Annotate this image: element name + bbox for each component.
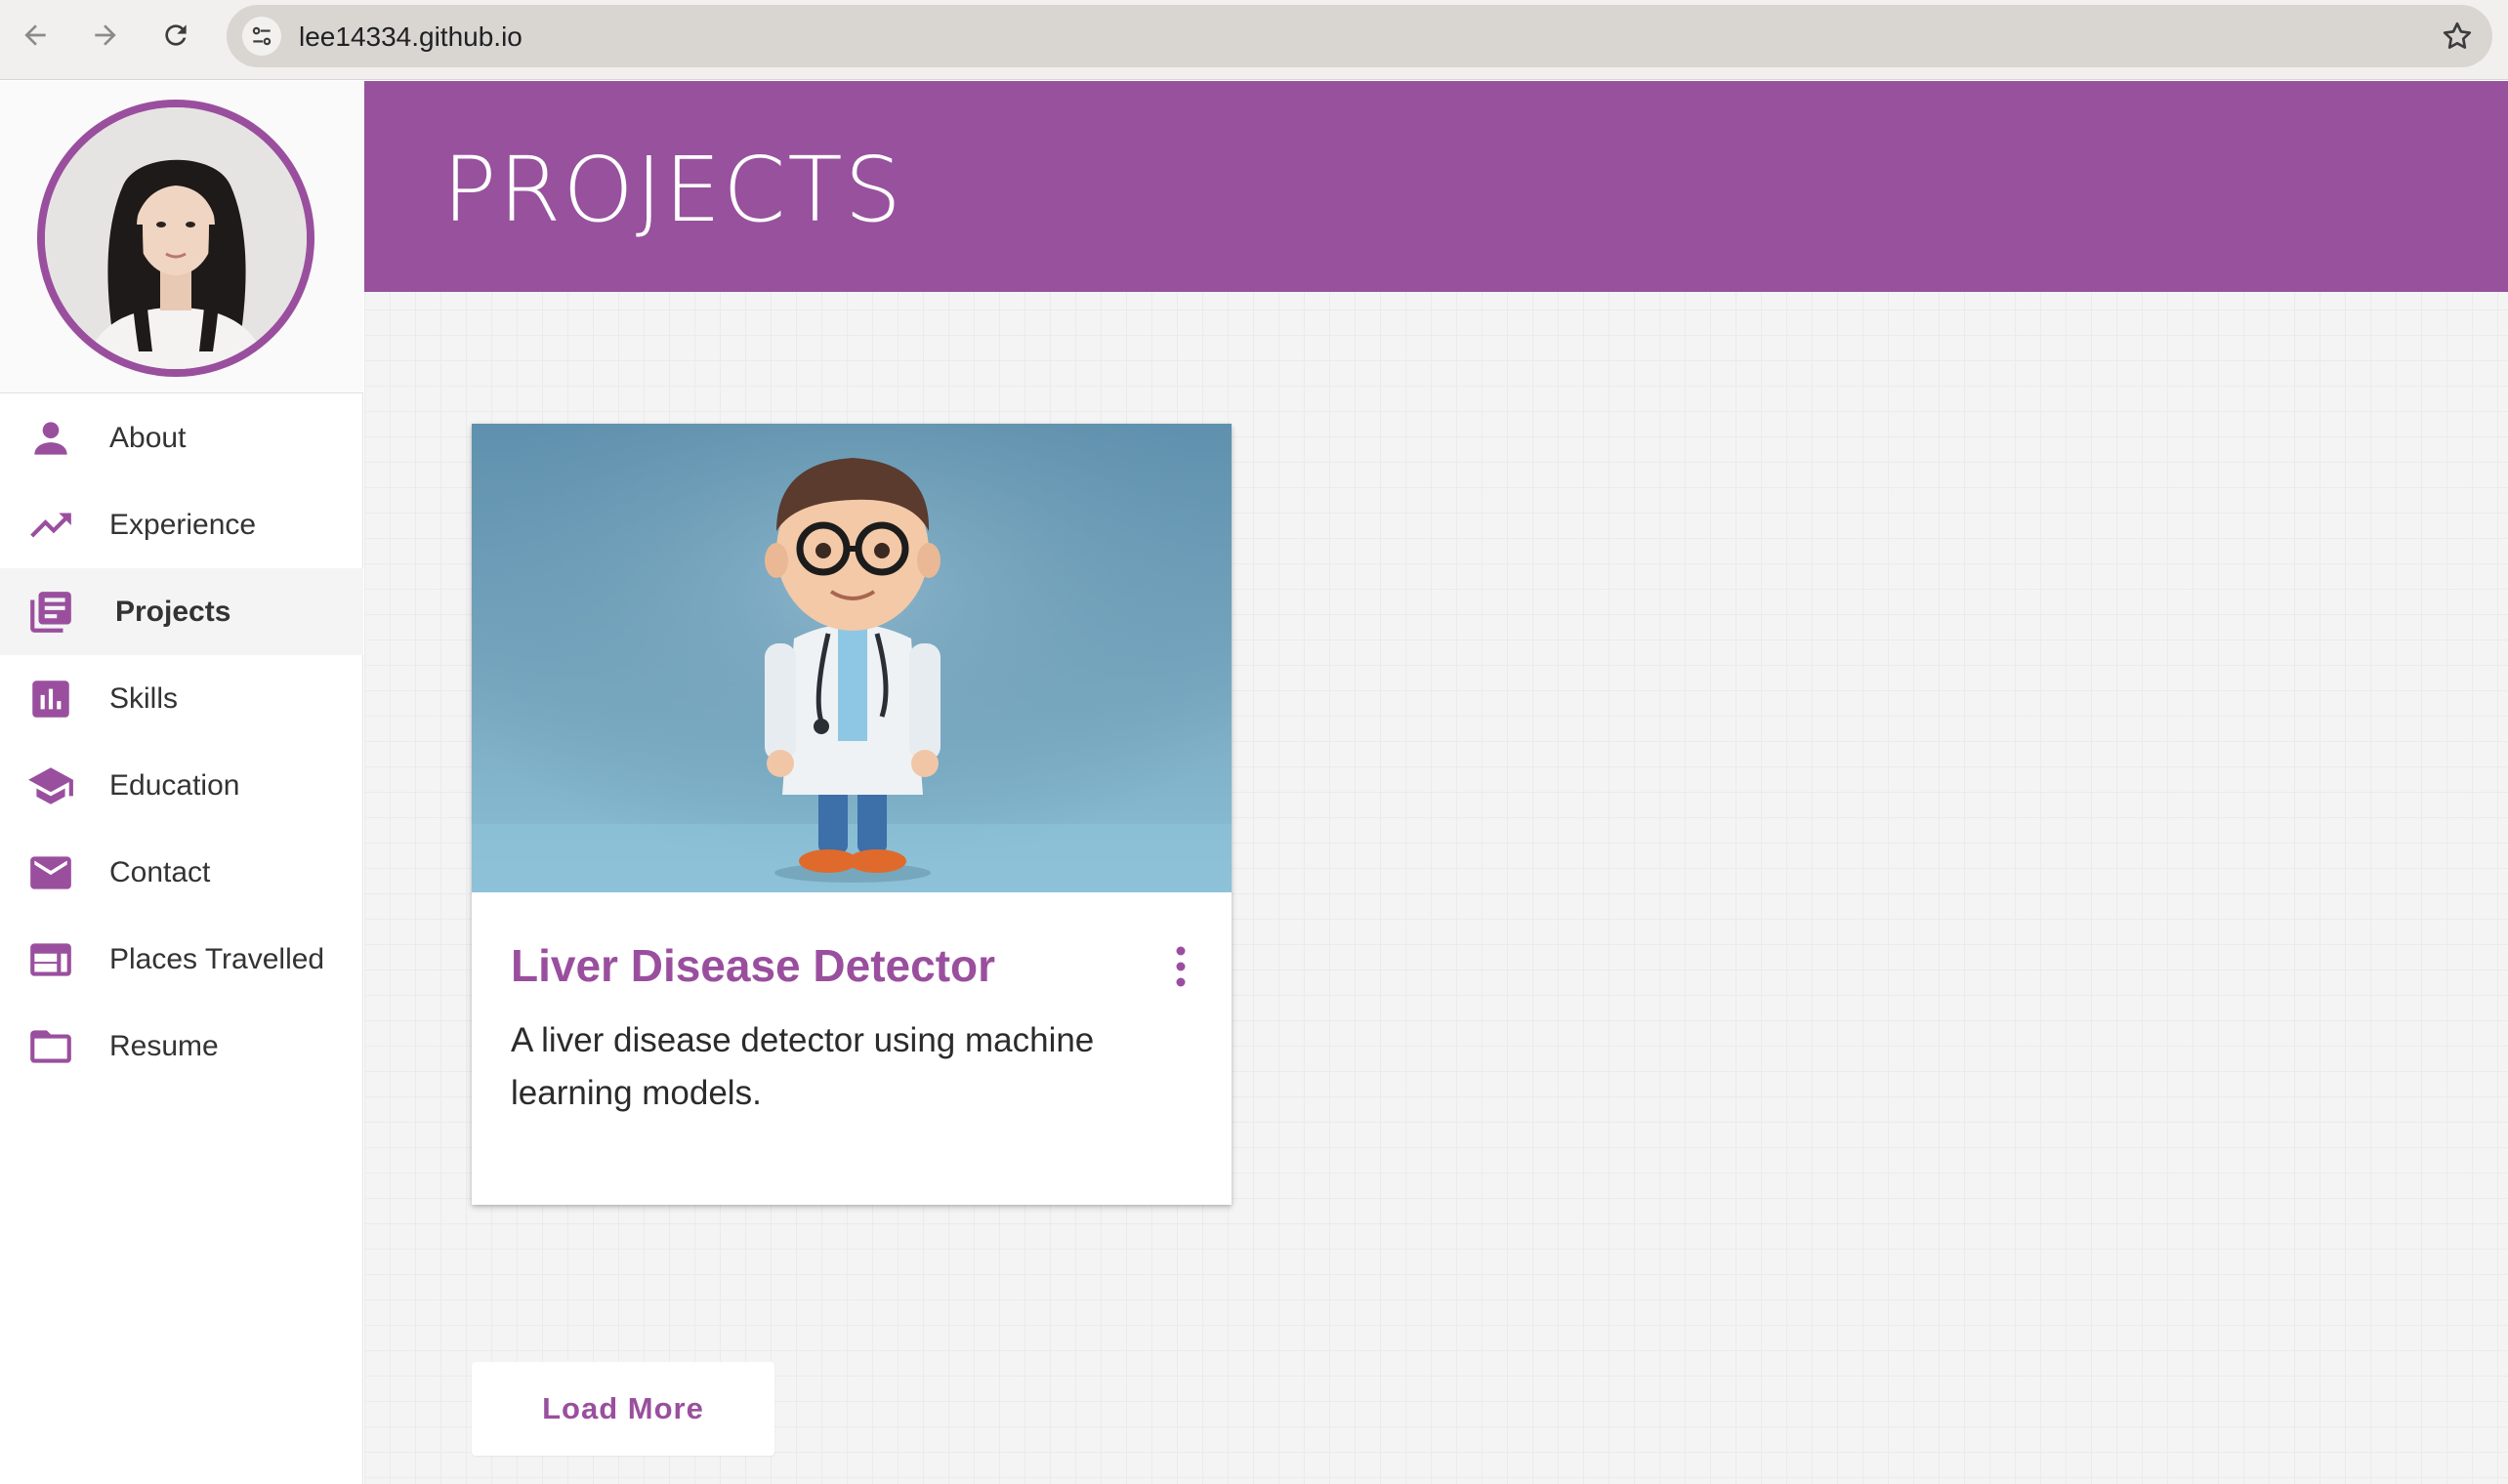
load-more-button[interactable]: Load More xyxy=(472,1362,774,1456)
sidebar-item-resume[interactable]: Resume xyxy=(0,1003,363,1090)
sidebar-item-experience[interactable]: Experience xyxy=(0,481,363,568)
page-title: PROJECTS xyxy=(442,138,903,242)
avatar-section xyxy=(0,81,363,393)
star-outline-icon[interactable] xyxy=(2440,19,2475,54)
sidebar-nav: About Experience Projects Skills Educati… xyxy=(0,394,363,1090)
reload-icon xyxy=(165,24,187,46)
sidebar-item-label: Contact xyxy=(109,855,211,888)
avatar xyxy=(37,100,314,377)
sidebar: About Experience Projects Skills Educati… xyxy=(0,81,363,1484)
sidebar-item-label: Experience xyxy=(109,508,257,541)
browser-toolbar: lee14334.github.io xyxy=(0,0,2508,80)
arrow-right-icon xyxy=(95,24,116,46)
arrow-left-icon xyxy=(24,24,46,46)
main-content: PROJECTS Liver Disease Detector A liver … xyxy=(364,81,2508,1484)
address-bar[interactable]: lee14334.github.io xyxy=(227,5,2492,67)
tune-icon xyxy=(252,26,272,46)
sidebar-item-label: Places Travelled xyxy=(109,942,325,975)
sidebar-item-about[interactable]: About xyxy=(0,394,363,481)
site-info-button[interactable] xyxy=(242,17,281,56)
back-button[interactable] xyxy=(14,14,57,57)
sidebar-item-places-travelled[interactable]: Places Travelled xyxy=(0,916,363,1003)
email-icon xyxy=(25,847,76,898)
sidebar-item-label: Resume xyxy=(109,1029,219,1062)
web-layout-icon xyxy=(25,934,76,985)
person-icon xyxy=(25,413,76,464)
sidebar-item-education[interactable]: Education xyxy=(0,742,363,829)
project-description: A liver disease detector using machine l… xyxy=(511,1021,1095,1112)
reload-button[interactable] xyxy=(154,14,197,57)
profile-photo xyxy=(45,107,307,369)
folder-icon xyxy=(25,1021,76,1072)
url-text[interactable]: lee14334.github.io xyxy=(299,21,522,53)
more-vert-icon[interactable] xyxy=(1171,943,1191,990)
sidebar-item-label: About xyxy=(109,421,187,454)
project-title[interactable]: Liver Disease Detector xyxy=(511,939,995,992)
project-card: Liver Disease Detector A liver disease d… xyxy=(472,424,1232,1205)
sidebar-item-label: Skills xyxy=(109,681,179,715)
sidebar-item-contact[interactable]: Contact xyxy=(0,829,363,916)
sidebar-item-skills[interactable]: Skills xyxy=(0,655,363,742)
sidebar-item-projects[interactable]: Projects xyxy=(0,568,363,655)
library-books-icon xyxy=(25,587,76,638)
sidebar-item-label: Education xyxy=(109,768,240,802)
doctor-character-illustration xyxy=(472,424,1232,892)
school-icon xyxy=(25,761,76,811)
page-header: PROJECTS xyxy=(364,81,2508,292)
bar-chart-icon xyxy=(25,674,76,724)
trending-up-icon xyxy=(25,500,76,551)
forward-button[interactable] xyxy=(84,14,127,57)
sidebar-item-label: Projects xyxy=(115,595,231,628)
project-image xyxy=(472,424,1232,892)
